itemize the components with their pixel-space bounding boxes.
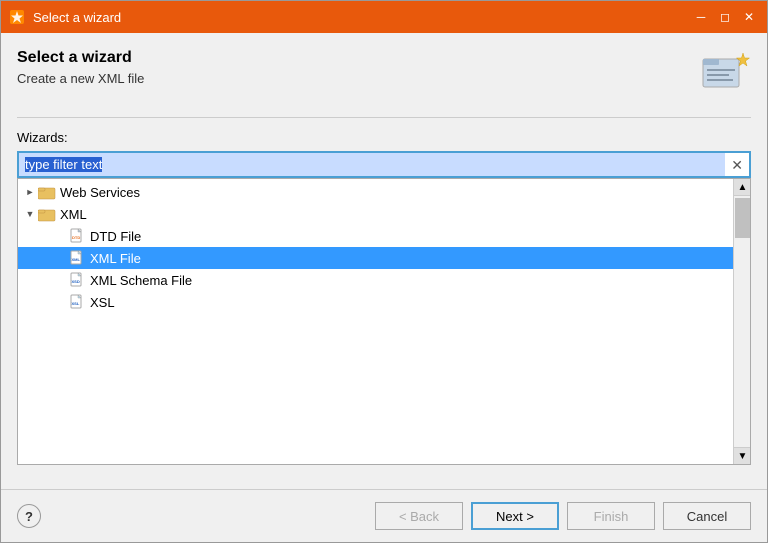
scrollbar-down-button[interactable]: ▼ [734,447,751,464]
next-button[interactable]: Next > [471,502,559,530]
tree-item-xml-schema[interactable]: ► XSD XML Schema File [18,269,733,291]
footer-right: < Back Next > Finish Cancel [375,502,751,530]
svg-text:XML: XML [72,257,81,262]
svg-text:DTD: DTD [72,235,80,240]
finish-button[interactable]: Finish [567,502,655,530]
file-icon-xsl: XSL [70,294,86,310]
scrollbar-up-button[interactable]: ▲ [734,179,751,196]
header-text: Select a wizard Create a new XML file [17,49,144,86]
expand-arrow-web-services: ► [22,184,38,200]
titlebar-title: Select a wizard [33,10,683,25]
tree-item-web-services[interactable]: ► Web Services [18,181,733,203]
tree-scrollbar[interactable]: ▲ ▼ [733,179,750,464]
tree-item-label-dtd: DTD File [90,229,141,244]
footer: ? < Back Next > Finish Cancel [1,490,767,542]
folder-icon-xml [38,206,56,222]
search-input[interactable] [19,153,725,176]
dialog-window: Select a wizard ─ ◻ ✕ Select a wizard Cr… [0,0,768,543]
close-button[interactable]: ✕ [739,7,759,27]
svg-text:XSD: XSD [72,279,80,284]
maximize-button[interactable]: ◻ [715,7,735,27]
tree-item-label-web-services: Web Services [60,185,140,200]
footer-left: ? [17,504,41,528]
tree-item-xml[interactable]: ▼ XML [18,203,733,225]
tree-item-xsl[interactable]: ► XSL XSL [18,291,733,313]
tree-item-label-xml: XML [60,207,87,222]
back-button[interactable]: < Back [375,502,463,530]
tree-item-label-xsl: XSL [90,295,115,310]
header-title: Select a wizard [17,49,144,67]
titlebar-controls: ─ ◻ ✕ [691,7,759,27]
content-area: Select a wizard Create a new XML file Wi… [1,33,767,481]
minimize-button[interactable]: ─ [691,7,711,27]
file-icon-xmlfile: XML [70,250,86,266]
expand-arrow-xml: ▼ [22,206,38,222]
tree-inner: ► Web Services ▼ XML [18,179,750,315]
header-divider [17,117,751,118]
new-file-wizard-icon [699,49,751,101]
cancel-button[interactable]: Cancel [663,502,751,530]
titlebar: Select a wizard ─ ◻ ✕ [1,1,767,33]
header-subtitle: Create a new XML file [17,71,144,86]
scrollbar-thumb[interactable] [735,198,750,238]
help-button[interactable]: ? [17,504,41,528]
tree-item-label-xmlschema: XML Schema File [90,273,192,288]
header-section: Select a wizard Create a new XML file [17,49,751,101]
search-clear-button[interactable]: ✕ [725,156,749,174]
tree-container[interactable]: ► Web Services ▼ XML [17,178,751,465]
tree-item-dtd-file[interactable]: ► DTD DTD File [18,225,733,247]
tree-item-xml-file[interactable]: ► XML XML File [18,247,733,269]
folder-icon-web-services [38,184,56,200]
search-bar: ✕ [17,151,751,178]
tree-item-label-xmlfile: XML File [90,251,141,266]
titlebar-icon [9,9,25,25]
svg-text:XSL: XSL [72,301,80,306]
wizards-label: Wizards: [17,130,751,145]
file-icon-dtd: DTD [70,228,86,244]
file-icon-xmlschema: XSD [70,272,86,288]
